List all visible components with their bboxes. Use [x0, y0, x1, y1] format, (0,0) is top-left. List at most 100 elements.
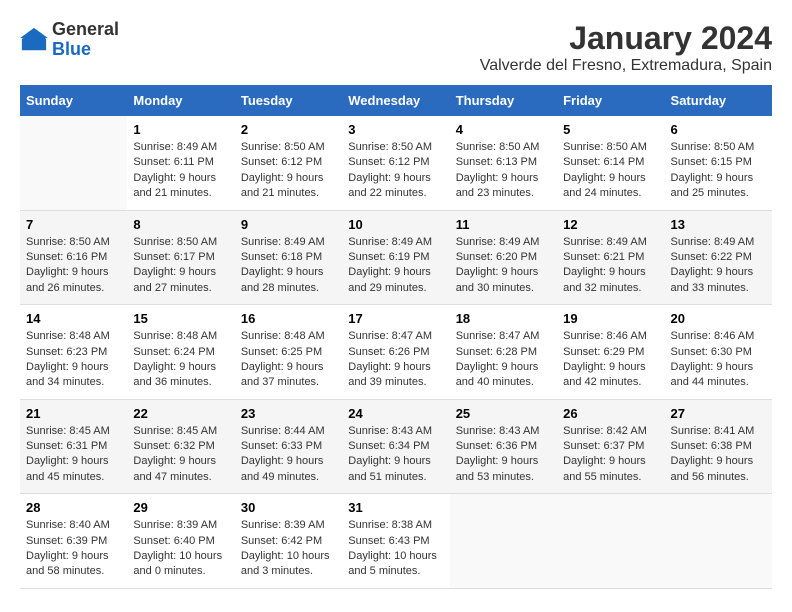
day-number: 5 — [563, 122, 658, 137]
day-number: 7 — [26, 217, 121, 232]
day-number: 24 — [348, 406, 443, 421]
day-number: 18 — [456, 311, 551, 326]
calendar-cell: 29 Sunrise: 8:39 AM Sunset: 6:40 PM Dayli… — [127, 494, 234, 589]
calendar-cell: 28Sunrise: 8:40 AM Sunset: 6:39 PM Dayli… — [20, 494, 127, 589]
day-number: 19 — [563, 311, 658, 326]
page-header: General Blue January 2024 Valverde del F… — [20, 20, 772, 75]
calendar-cell: 11 Sunrise: 8:49 AM Sunset: 6:20 PM Dayli… — [450, 210, 557, 305]
week-row-3: 14 Sunrise: 8:48 AM Sunset: 6:23 PM Dayli… — [20, 305, 772, 400]
calendar-cell: 12Sunrise: 8:49 AM Sunset: 6:21 PM Dayli… — [557, 210, 664, 305]
calendar-cell: 7 Sunrise: 8:50 AM Sunset: 6:16 PM Daylig… — [20, 210, 127, 305]
calendar-cell — [450, 494, 557, 589]
header-monday: Monday — [127, 85, 234, 116]
calendar-cell: 9 Sunrise: 8:49 AM Sunset: 6:18 PM Daylig… — [235, 210, 342, 305]
header-sunday: Sunday — [20, 85, 127, 116]
week-row-5: 28Sunrise: 8:40 AM Sunset: 6:39 PM Dayli… — [20, 494, 772, 589]
day-number: 11 — [456, 217, 551, 232]
day-info: Sunrise: 8:38 AM Sunset: 6:43 PM Dayligh… — [348, 518, 443, 580]
day-info: Sunrise: 8:50 AM Sunset: 6:16 PM Dayligh… — [26, 235, 121, 297]
calendar-header-row: SundayMondayTuesdayWednesdayThursdayFrid… — [20, 85, 772, 116]
calendar-cell: 19Sunrise: 8:46 AM Sunset: 6:29 PM Dayli… — [557, 305, 664, 400]
calendar-cell: 2 Sunrise: 8:50 AM Sunset: 6:12 PM Daylig… — [235, 116, 342, 210]
calendar-cell: 21 Sunrise: 8:45 AM Sunset: 6:31 PM Dayli… — [20, 399, 127, 494]
day-number: 22 — [133, 406, 228, 421]
logo-icon — [20, 26, 48, 54]
day-info: Sunrise: 8:39 AM Sunset: 6:40 PM Dayligh… — [133, 518, 228, 580]
calendar-cell: 6 Sunrise: 8:50 AM Sunset: 6:15 PM Daylig… — [665, 116, 772, 210]
day-info: Sunrise: 8:39 AM Sunset: 6:42 PM Dayligh… — [241, 518, 336, 580]
calendar-cell — [665, 494, 772, 589]
day-info: Sunrise: 8:44 AM Sunset: 6:33 PM Dayligh… — [241, 424, 336, 486]
calendar-cell: 13 Sunrise: 8:49 AM Sunset: 6:22 PM Dayli… — [665, 210, 772, 305]
day-number: 25 — [456, 406, 551, 421]
day-number: 4 — [456, 122, 551, 137]
day-info: Sunrise: 8:45 AM Sunset: 6:31 PM Dayligh… — [26, 424, 121, 486]
calendar-cell: 15 Sunrise: 8:48 AM Sunset: 6:24 PM Dayli… — [127, 305, 234, 400]
day-info: Sunrise: 8:50 AM Sunset: 6:14 PM Dayligh… — [563, 140, 658, 202]
day-info: Sunrise: 8:49 AM Sunset: 6:20 PM Dayligh… — [456, 235, 551, 297]
calendar-cell: 8 Sunrise: 8:50 AM Sunset: 6:17 PM Daylig… — [127, 210, 234, 305]
day-info: Sunrise: 8:49 AM Sunset: 6:18 PM Dayligh… — [241, 235, 336, 297]
header-tuesday: Tuesday — [235, 85, 342, 116]
calendar-cell: 27Sunrise: 8:41 AM Sunset: 6:38 PM Dayli… — [665, 399, 772, 494]
day-info: Sunrise: 8:50 AM Sunset: 6:13 PM Dayligh… — [456, 140, 551, 202]
day-info: Sunrise: 8:50 AM Sunset: 6:12 PM Dayligh… — [348, 140, 443, 202]
header-saturday: Saturday — [665, 85, 772, 116]
day-number: 16 — [241, 311, 336, 326]
calendar-cell: 24Sunrise: 8:43 AM Sunset: 6:34 PM Dayli… — [342, 399, 449, 494]
day-number: 21 — [26, 406, 121, 421]
calendar-cell: 14 Sunrise: 8:48 AM Sunset: 6:23 PM Dayli… — [20, 305, 127, 400]
calendar-cell — [20, 116, 127, 210]
day-info: Sunrise: 8:50 AM Sunset: 6:17 PM Dayligh… — [133, 235, 228, 297]
calendar-cell: 31 Sunrise: 8:38 AM Sunset: 6:43 PM Dayli… — [342, 494, 449, 589]
day-number: 30 — [241, 500, 336, 515]
logo: General Blue — [20, 20, 119, 60]
logo-blue: Blue — [52, 40, 119, 60]
day-number: 31 — [348, 500, 443, 515]
day-number: 20 — [671, 311, 766, 326]
calendar-cell: 3 Sunrise: 8:50 AM Sunset: 6:12 PM Daylig… — [342, 116, 449, 210]
week-row-2: 7 Sunrise: 8:50 AM Sunset: 6:16 PM Daylig… — [20, 210, 772, 305]
logo-text: General Blue — [52, 20, 119, 60]
calendar-cell: 20Sunrise: 8:46 AM Sunset: 6:30 PM Dayli… — [665, 305, 772, 400]
calendar-cell: 4 Sunrise: 8:50 AM Sunset: 6:13 PM Daylig… — [450, 116, 557, 210]
main-title: January 2024 — [480, 20, 772, 57]
day-number: 27 — [671, 406, 766, 421]
day-number: 3 — [348, 122, 443, 137]
day-number: 29 — [133, 500, 228, 515]
day-info: Sunrise: 8:49 AM Sunset: 6:22 PM Dayligh… — [671, 235, 766, 297]
day-info: Sunrise: 8:43 AM Sunset: 6:36 PM Dayligh… — [456, 424, 551, 486]
week-row-4: 21 Sunrise: 8:45 AM Sunset: 6:31 PM Dayli… — [20, 399, 772, 494]
day-number: 8 — [133, 217, 228, 232]
day-number: 15 — [133, 311, 228, 326]
header-wednesday: Wednesday — [342, 85, 449, 116]
day-number: 2 — [241, 122, 336, 137]
logo-general: General — [52, 20, 119, 40]
title-block: January 2024 Valverde del Fresno, Extrem… — [480, 20, 772, 75]
calendar-cell: 5 Sunrise: 8:50 AM Sunset: 6:14 PM Daylig… — [557, 116, 664, 210]
day-info: Sunrise: 8:48 AM Sunset: 6:24 PM Dayligh… — [133, 329, 228, 391]
day-number: 9 — [241, 217, 336, 232]
calendar-cell: 22Sunrise: 8:45 AM Sunset: 6:32 PM Dayli… — [127, 399, 234, 494]
calendar-cell: 26 Sunrise: 8:42 AM Sunset: 6:37 PM Dayli… — [557, 399, 664, 494]
calendar-cell: 30 Sunrise: 8:39 AM Sunset: 6:42 PM Dayli… — [235, 494, 342, 589]
day-number: 13 — [671, 217, 766, 232]
day-number: 26 — [563, 406, 658, 421]
subtitle: Valverde del Fresno, Extremadura, Spain — [480, 57, 772, 75]
calendar-cell: 18Sunrise: 8:47 AM Sunset: 6:28 PM Dayli… — [450, 305, 557, 400]
day-info: Sunrise: 8:50 AM Sunset: 6:12 PM Dayligh… — [241, 140, 336, 202]
day-number: 14 — [26, 311, 121, 326]
calendar-table: SundayMondayTuesdayWednesdayThursdayFrid… — [20, 85, 772, 589]
day-info: Sunrise: 8:49 AM Sunset: 6:21 PM Dayligh… — [563, 235, 658, 297]
day-number: 10 — [348, 217, 443, 232]
calendar-cell: 10Sunrise: 8:49 AM Sunset: 6:19 PM Dayli… — [342, 210, 449, 305]
day-number: 1 — [133, 122, 228, 137]
day-number: 6 — [671, 122, 766, 137]
calendar-cell — [557, 494, 664, 589]
day-info: Sunrise: 8:40 AM Sunset: 6:39 PM Dayligh… — [26, 518, 121, 580]
day-info: Sunrise: 8:48 AM Sunset: 6:25 PM Dayligh… — [241, 329, 336, 391]
day-info: Sunrise: 8:50 AM Sunset: 6:15 PM Dayligh… — [671, 140, 766, 202]
day-info: Sunrise: 8:42 AM Sunset: 6:37 PM Dayligh… — [563, 424, 658, 486]
day-info: Sunrise: 8:48 AM Sunset: 6:23 PM Dayligh… — [26, 329, 121, 391]
day-number: 23 — [241, 406, 336, 421]
